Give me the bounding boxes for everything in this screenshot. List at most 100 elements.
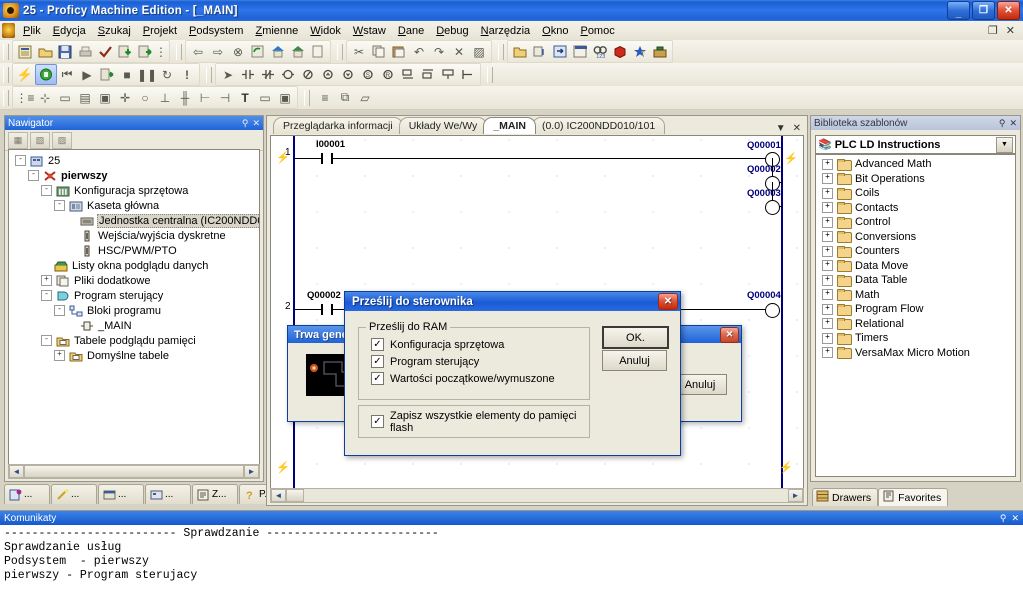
checkbox-write-flash[interactable]: ✓ Zapisz wszystkie elementy do pamięci f… — [371, 410, 589, 434]
menu-item-pomoc[interactable]: Pomoc — [574, 23, 620, 39]
box-label-icon[interactable]: ▣ — [275, 88, 295, 107]
toolbar-grip[interactable] — [176, 43, 182, 60]
sort-view-icon[interactable]: ▧ — [30, 131, 50, 149]
star-help-icon[interactable]: ? — [630, 42, 650, 61]
copy-sheet-icon[interactable]: ⧉ — [335, 88, 355, 107]
library-folder-item[interactable]: + Timers — [816, 331, 1015, 346]
menu-item-projekt[interactable]: Projekt — [137, 23, 183, 39]
library-folder-item[interactable]: + Coils — [816, 186, 1015, 201]
toolchest-icon[interactable] — [650, 42, 670, 61]
ladder-hscrollbar[interactable]: ◄ ► — [270, 488, 804, 503]
tree-node[interactable]: - Kaseta główna — [11, 198, 257, 213]
document-tab-1[interactable]: Przeglądarka informacji — [273, 117, 403, 134]
maximize-button[interactable]: ❐ — [972, 1, 995, 20]
folder-expander[interactable]: + — [822, 202, 833, 214]
more-icon[interactable]: ⋮ — [155, 42, 167, 61]
tree-node[interactable]: Listy okna podglądu danych — [11, 258, 257, 273]
grid-view-icon[interactable]: ▦ — [8, 131, 28, 149]
checkbox-control-program[interactable]: ✓ Program sterujący — [371, 353, 555, 370]
close-icon[interactable]: ✕ — [252, 118, 260, 129]
forward-arrow-icon[interactable]: ⇨ — [208, 42, 228, 61]
reset-cycle-icon[interactable]: ↻ — [157, 65, 177, 84]
inspector-icon[interactable] — [570, 42, 590, 61]
junction-icon[interactable]: ✛ — [115, 88, 135, 107]
pin-icon[interactable]: ⚲ — [1000, 513, 1007, 524]
menu-item-szukaj[interactable]: Szukaj — [92, 23, 137, 39]
node-circle-icon[interactable]: ○ — [135, 88, 155, 107]
panel-window-icon[interactable]: ▣ — [95, 88, 115, 107]
close-icon[interactable]: ✕ — [658, 293, 678, 310]
document-tab-2[interactable]: Układy We/Wy — [398, 117, 488, 134]
document-tab-3[interactable]: _MAIN — [483, 117, 536, 134]
close-button[interactable]: ✕ — [997, 1, 1020, 20]
horizontal-wire-icon[interactable] — [438, 65, 458, 84]
stop-icon[interactable]: ⊗ — [228, 42, 248, 61]
insert-rung-icon[interactable]: ⋮≡ — [15, 88, 35, 107]
library-folder-item[interactable]: + Relational — [816, 317, 1015, 332]
library-folder-list[interactable]: + Advanced Math + Bit Operations + Coils + Cont… — [815, 154, 1016, 477]
cancel-button[interactable]: Anuluj — [602, 350, 667, 371]
save-icon[interactable] — [55, 42, 75, 61]
contact-no-symbol[interactable] — [321, 153, 333, 164]
lightning-connect-icon[interactable]: ⚡ — [15, 65, 35, 84]
scroll-thumb[interactable] — [24, 465, 244, 478]
red-cube-icon[interactable] — [610, 42, 630, 61]
store-run-icon[interactable] — [97, 65, 117, 84]
navigator-tree[interactable]: -25- pierwszy - Konfiguracja sprzętowa - Kase… — [8, 149, 260, 465]
import-icon[interactable] — [550, 42, 570, 61]
coil-icon[interactable] — [278, 65, 298, 84]
library-folder-item[interactable]: + Data Table — [816, 273, 1015, 288]
library-folder-item[interactable]: + Math — [816, 288, 1015, 303]
tee-down-icon[interactable]: ⊥ — [155, 88, 175, 107]
folder-expander[interactable]: + — [822, 216, 833, 228]
variables-icon[interactable] — [530, 42, 550, 61]
back-arrow-icon[interactable]: ⇦ — [188, 42, 208, 61]
set-home-icon[interactable] — [288, 42, 308, 61]
tree-node[interactable]: HSC/PWM/PTO — [11, 243, 257, 258]
toolbar-grip[interactable] — [487, 66, 493, 83]
navigator-tab-3[interactable]: ... — [98, 484, 144, 504]
menu-item-zmienne[interactable]: Zmienne — [249, 23, 304, 39]
toolbar-grip[interactable] — [3, 89, 9, 106]
close-icon[interactable]: ✕ — [1009, 118, 1017, 129]
upload-from-plc-icon[interactable] — [135, 42, 155, 61]
paste-icon[interactable] — [389, 42, 409, 61]
home-icon[interactable] — [268, 42, 288, 61]
properties-folder-icon[interactable] — [510, 42, 530, 61]
chevron-down-icon[interactable]: ▼ — [996, 136, 1013, 153]
pause-icon[interactable]: ❚❚ — [137, 65, 157, 84]
vertical-down-icon[interactable] — [418, 65, 438, 84]
scroll-left-arrow[interactable]: ◄ — [271, 489, 286, 502]
toolbar-grip[interactable] — [3, 66, 9, 83]
scroll-thumb[interactable] — [286, 489, 304, 502]
redo-icon[interactable]: ↷ — [429, 42, 449, 61]
clear-icon[interactable]: ▨ — [469, 42, 489, 61]
library-folder-item[interactable]: + Program Flow — [816, 302, 1015, 317]
coil-pos-icon[interactable] — [318, 65, 338, 84]
contact-nc-icon[interactable] — [258, 65, 278, 84]
menu-item-widok[interactable]: Widok — [304, 23, 347, 39]
mdi-document-icon[interactable] — [2, 23, 15, 38]
download-to-plc-icon[interactable] — [115, 42, 135, 61]
library-folder-item[interactable]: + Control — [816, 215, 1015, 230]
navigator-tab-5[interactable]: Z... — [192, 484, 238, 504]
undo-icon[interactable]: ↶ — [409, 42, 429, 61]
toolbar-grip[interactable] — [498, 43, 504, 60]
toolbar-grip[interactable] — [206, 66, 212, 83]
refresh-page-icon[interactable] — [248, 42, 268, 61]
toolbar-grip[interactable] — [304, 89, 310, 106]
tree-node[interactable]: - Konfiguracja sprzętowa — [11, 183, 257, 198]
document-tab-4[interactable]: (0.0) IC200NDD010/101 — [531, 117, 666, 134]
toolbar-grip[interactable] — [3, 43, 9, 60]
tree-node[interactable]: - 25 — [11, 153, 257, 168]
tree-expander[interactable]: - — [28, 170, 39, 181]
menu-item-okno[interactable]: Okno — [536, 23, 574, 39]
library-drawer-combobox[interactable]: 📚 PLC LD Instructions ▼ — [815, 135, 1016, 154]
open-folder-icon[interactable] — [35, 42, 55, 61]
ok-button[interactable]: OK. — [602, 326, 669, 349]
menu-item-dane[interactable]: Dane — [392, 23, 430, 39]
folder-expander[interactable]: + — [822, 347, 833, 359]
checkbox-hardware-config[interactable]: ✓ Konfiguracja sprzętowa — [371, 336, 555, 353]
tee-cross-icon[interactable]: ╫ — [175, 88, 195, 107]
print-icon[interactable] — [75, 42, 95, 61]
